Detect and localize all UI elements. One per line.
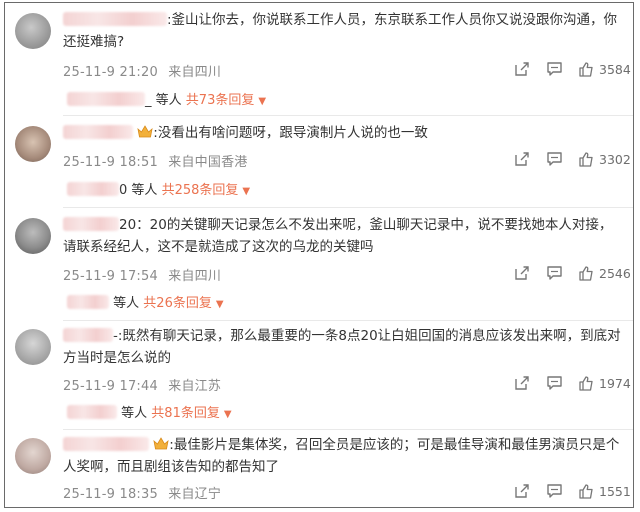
thumbs-up-icon[interactable]: [577, 60, 595, 78]
comment-location: 来自江苏: [168, 379, 222, 394]
username-redacted[interactable]: [63, 328, 113, 342]
reply-summary: 等人 共26条回复 ▼: [67, 292, 224, 311]
comment-meta: 25-11-9 17:54 来自四川: [63, 265, 227, 284]
reply-mid: 等人: [131, 183, 158, 198]
comment-meta: 25-11-9 21:20 来自四川: [63, 61, 227, 80]
comment-item: :没看出有啥问题呀，跟导演制片人说的也一致 25-11-9 18:51 来自中国…: [5, 116, 633, 211]
like-count: 1551: [599, 483, 631, 499]
comment-icon[interactable]: [545, 482, 563, 500]
view-replies-link[interactable]: 共258条回复: [162, 183, 239, 198]
comment-icon[interactable]: [545, 60, 563, 78]
comment-text: 20：20的关键聊天记录怎么不发出来呢，釜山聊天记录中，说不要找她本人对接，请联…: [63, 217, 613, 255]
avatar[interactable]: [15, 126, 51, 162]
crown-badge-icon: [153, 436, 169, 450]
share-icon[interactable]: [513, 264, 531, 282]
thumbs-up-icon[interactable]: [577, 150, 595, 168]
comment-meta: 25-11-9 18:35 来自辽宁: [63, 483, 227, 502]
comment-text: -:既然有聊天记录，那么最重要的一条8点20让白姐回国的消息应该发出来啊，到底对…: [63, 328, 621, 366]
comment-actions: 2546: [513, 264, 633, 282]
avatar[interactable]: [15, 329, 51, 365]
username-redacted[interactable]: [63, 125, 133, 139]
share-icon[interactable]: [513, 60, 531, 78]
caret-down-icon[interactable]: ▼: [224, 409, 232, 420]
comment-actions: 1974: [513, 374, 633, 392]
comment-meta: 25-11-9 17:44 来自江苏: [63, 375, 227, 394]
comment-date: 25-11-9 17:44: [63, 379, 158, 394]
comment-date: 25-11-9 17:54: [63, 269, 158, 284]
replier-redacted[interactable]: [67, 295, 109, 309]
comment-location: 来自辽宁: [168, 487, 222, 502]
username-redacted[interactable]: [63, 217, 119, 231]
reply-summary: 0 等人 共258条回复 ▼: [67, 179, 250, 198]
replier-redacted[interactable]: [67, 182, 119, 196]
comment-icon[interactable]: [545, 150, 563, 168]
caret-down-icon[interactable]: ▼: [242, 186, 250, 197]
replier-redacted[interactable]: [67, 405, 117, 419]
comment-text: :没看出有啥问题呀，跟导演制片人说的也一致: [63, 122, 621, 144]
reply-mid: 等人: [113, 296, 140, 311]
crown-badge-icon: [137, 124, 153, 138]
comment-location: 来自四川: [168, 65, 222, 80]
like-count: 3302: [599, 151, 631, 167]
thumbs-up-icon[interactable]: [577, 374, 595, 392]
comment-location: 来自四川: [168, 269, 222, 284]
username-redacted[interactable]: [63, 12, 167, 26]
comment-meta: 25-11-9 18:51 来自中国香港: [63, 151, 253, 170]
comment-actions: 3302: [513, 150, 633, 168]
comment-date: 25-11-9 21:20: [63, 65, 158, 80]
view-replies-link[interactable]: 共73条回复: [186, 93, 255, 108]
replier-redacted[interactable]: [67, 92, 145, 106]
reply-mid: 等人: [155, 93, 182, 108]
username-redacted[interactable]: [63, 437, 149, 451]
comment-text: :最佳影片是集体奖，召回全员是应该的；可是最佳导演和最佳男演员只是个人奖啊，而且…: [63, 436, 620, 475]
comment-item: :釜山让你去，你说联系工作人员，东京联系工作人员你又说没跟你沟通，你还挺难搞? …: [5, 3, 633, 116]
comment-date: 25-11-9 18:35: [63, 487, 158, 502]
view-replies-link[interactable]: 共26条回复: [143, 296, 212, 311]
share-icon[interactable]: [513, 374, 531, 392]
like-count: 3584: [599, 61, 631, 77]
share-icon[interactable]: [513, 482, 531, 500]
like-count: 1974: [599, 375, 631, 391]
comment-item: 20：20的关键聊天记录怎么不发出来呢，釜山聊天记录中，说不要找她本人对接，请联…: [5, 208, 633, 323]
comment-list: :釜山让你去，你说联系工作人员，东京联系工作人员你又说没跟你沟通，你还挺难搞? …: [4, 2, 634, 508]
thumbs-up-icon[interactable]: [577, 482, 595, 500]
caret-down-icon[interactable]: ▼: [258, 96, 266, 107]
comment-location: 来自中国香港: [168, 155, 248, 170]
avatar[interactable]: [15, 13, 51, 49]
comment-actions: 1551: [513, 482, 633, 500]
reply-summary: _ 等人 共73条回复 ▼: [67, 89, 266, 108]
comment-item: -:既然有聊天记录，那么最重要的一条8点20让白姐回国的消息应该发出来啊，到底对…: [5, 321, 633, 433]
share-icon[interactable]: [513, 150, 531, 168]
comment-icon[interactable]: [545, 264, 563, 282]
avatar[interactable]: [15, 438, 51, 474]
comment-text: :釜山让你去，你说联系工作人员，东京联系工作人员你又说没跟你沟通，你还挺难搞?: [63, 12, 618, 50]
comment-actions: 3584: [513, 60, 633, 78]
thumbs-up-icon[interactable]: [577, 264, 595, 282]
avatar[interactable]: [15, 218, 51, 254]
like-count: 2546: [599, 265, 631, 281]
comment-icon[interactable]: [545, 374, 563, 392]
comment-date: 25-11-9 18:51: [63, 155, 158, 170]
caret-down-icon[interactable]: ▼: [216, 299, 224, 310]
reply-summary: 等人 共81条回复 ▼: [67, 402, 232, 421]
reply-mid: 等人: [121, 406, 148, 421]
comment-item: :最佳影片是集体奖，召回全员是应该的；可是最佳导演和最佳男演员只是个人奖啊，而且…: [5, 430, 633, 507]
view-replies-link[interactable]: 共81条回复: [151, 406, 220, 421]
